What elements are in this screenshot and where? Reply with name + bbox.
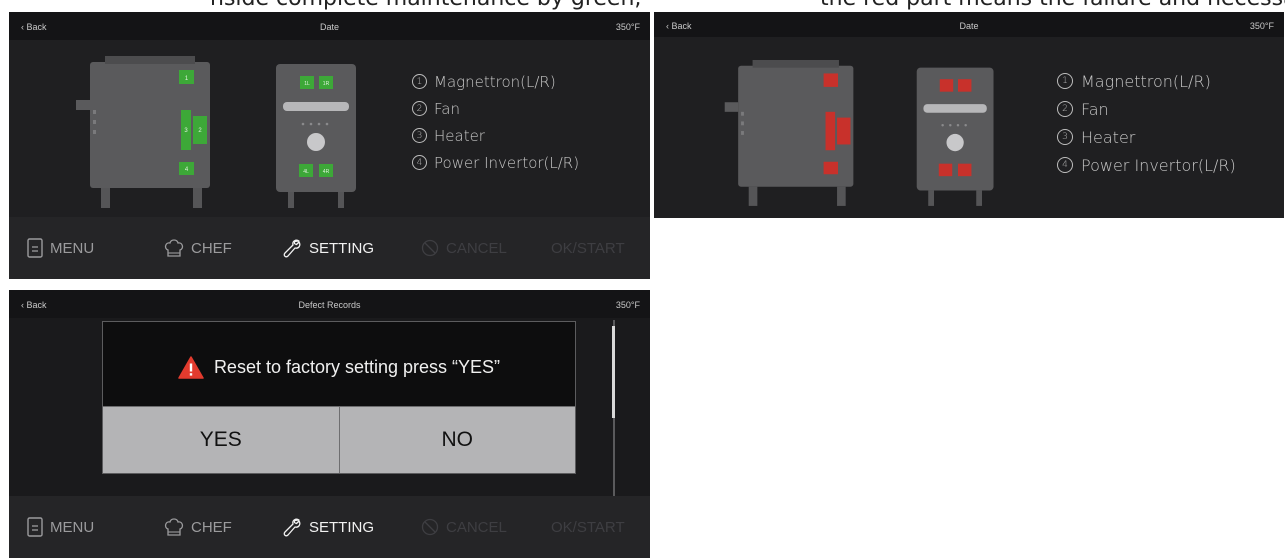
- wrench-icon: [283, 518, 301, 537]
- legend-label: Magnettron(L/R): [434, 72, 556, 91]
- nav-ok-label: OK/START: [551, 518, 625, 536]
- nav-menu-label: MENU: [50, 518, 95, 536]
- legend-label: Magnettron(L/R): [1081, 71, 1211, 91]
- nav-cancel[interactable]: CANCEL: [421, 496, 507, 558]
- document-icon: [27, 238, 43, 258]
- legend-number: 3: [1057, 129, 1073, 145]
- nav-setting-label: SETTING: [309, 518, 375, 536]
- nav-chef[interactable]: CHEF: [164, 496, 232, 558]
- nav-ok-label: OK/START: [551, 239, 625, 257]
- legend-number: 4: [1057, 157, 1073, 173]
- legend-label: Power Invertor(L/R): [1081, 155, 1236, 175]
- scrollbar-thumb[interactable]: [612, 326, 615, 418]
- heater-fail: [837, 117, 851, 145]
- temperature-readout: 350°F: [1249, 21, 1274, 31]
- nav-cancel-label: CANCEL: [446, 239, 507, 257]
- nav-menu[interactable]: MENU: [27, 217, 94, 279]
- oven-side-view: [724, 60, 854, 206]
- nav-cancel-label: CANCEL: [446, 518, 507, 536]
- wrench-icon: [283, 239, 301, 258]
- nav-ok-start[interactable]: OK/START: [551, 217, 625, 279]
- bottom-nav: MENU CHEF SETTING CANCEL OK/START: [9, 217, 650, 279]
- oven-diagram: 1 3 2 4 1L 1R 4L 4R: [76, 56, 356, 208]
- nav-menu[interactable]: MENU: [27, 496, 94, 558]
- oven-side-view: 1 3 2 4: [76, 56, 210, 208]
- inverter-right-fail: [958, 163, 972, 177]
- magnetron-top-fail: [823, 73, 838, 87]
- nav-chef-label: CHEF: [191, 239, 232, 257]
- legend-label: Fan: [434, 99, 460, 118]
- nav-menu-label: MENU: [50, 239, 95, 257]
- label-1l: 1L: [304, 81, 310, 87]
- nav-cancel[interactable]: CANCEL: [421, 217, 507, 279]
- legend-item: 2 Fan: [1057, 95, 1236, 123]
- caption-right: the red part means the failure and neces…: [820, 0, 1285, 11]
- nav-chef[interactable]: CHEF: [164, 217, 232, 279]
- inverter-left-fail: [938, 163, 953, 177]
- cancel-icon: [421, 518, 439, 536]
- cancel-icon: [421, 239, 439, 257]
- bottom-nav: MENU CHEF SETTING CANCEL OK/START: [9, 496, 650, 558]
- nav-ok-start[interactable]: OK/START: [551, 496, 625, 558]
- yes-button[interactable]: YES: [103, 407, 339, 473]
- legend-item: 4 Power Invertor(L/R): [412, 149, 579, 176]
- chef-hat-icon: [164, 518, 184, 536]
- status-bar: ‹ Back Defect Records 350°F: [9, 290, 650, 318]
- legend-item: 1 Magnettron(L/R): [1057, 67, 1236, 95]
- legend-number: 1: [412, 74, 427, 89]
- caption-left: nside complete maintenance by green,: [210, 0, 641, 11]
- magnetron-left-fail: [939, 79, 954, 92]
- legend-number: 1: [1057, 73, 1073, 89]
- nav-chef-label: CHEF: [191, 518, 232, 536]
- caption-crop: nside complete maintenance by green, the…: [0, 0, 1285, 11]
- oven-diagram: [724, 60, 994, 206]
- no-button[interactable]: NO: [338, 407, 575, 473]
- legend-label: Fan: [1081, 99, 1109, 119]
- label-1r: 1R: [323, 81, 330, 87]
- legend-number: 2: [1057, 101, 1073, 117]
- legend-number: 2: [412, 101, 427, 116]
- page-title: Defect Records: [298, 300, 361, 310]
- screen-ok-diagnosis: ‹ Back Date 350°F 1 3 2 4 1L 1R 4L 4R 1 …: [9, 12, 650, 279]
- nav-setting[interactable]: SETTING: [282, 496, 374, 558]
- legend-item: 4 Power Invertor(L/R): [1057, 151, 1236, 179]
- warning-icon: [178, 356, 204, 379]
- chef-hat-icon: [164, 239, 184, 257]
- legend-label: Power Invertor(L/R): [434, 153, 580, 172]
- dialog-message: Reset to factory setting press “YES”: [103, 356, 575, 379]
- legend-number: 4: [412, 155, 427, 170]
- legend-item: 3 Heater: [1057, 123, 1236, 151]
- component-legend: 1 Magnettron(L/R) 2 Fan 3 Heater 4 Power Inv…: [1057, 67, 1236, 179]
- nav-setting-label: SETTING: [309, 239, 375, 257]
- component-legend: 1 Magnettron(L/R) 2 Fan 3 Heater 4 Power Inv…: [412, 68, 579, 176]
- page-title: Date: [959, 21, 979, 31]
- nav-setting[interactable]: SETTING: [282, 217, 374, 279]
- temperature-readout: 350°F: [615, 22, 640, 32]
- oven-front-view: 1L 1R 4L 4R: [276, 64, 356, 208]
- legend-item: 1 Magnettron(L/R): [412, 68, 579, 95]
- label-4r: 4R: [323, 169, 330, 175]
- temperature-readout: 350°F: [615, 300, 640, 310]
- dialog-buttons: YES NO: [103, 406, 575, 473]
- status-bar: ‹ Back Date 350°F: [9, 12, 650, 40]
- magnetron-right-fail: [958, 79, 972, 92]
- reset-dialog: Reset to factory setting press “YES” YES…: [102, 321, 576, 474]
- legend-item: 2 Fan: [412, 95, 579, 122]
- legend-number: 3: [412, 128, 427, 143]
- screen-defect-records: ‹ Back Defect Records 350°F Reset to fac…: [9, 290, 650, 558]
- fan-fail: [825, 111, 836, 151]
- page-title: Date: [319, 22, 339, 32]
- inverter-bottom-fail: [823, 161, 838, 175]
- oven-front-view: [916, 67, 994, 206]
- status-bar: ‹ Back Date 350°F: [654, 12, 1284, 37]
- legend-label: Heater: [434, 126, 485, 145]
- document-icon: [27, 517, 43, 537]
- label-4l: 4L: [303, 169, 309, 175]
- legend-label: Heater: [1081, 127, 1136, 147]
- screen-failure-diagnosis: ‹ Back Date 350°F 1 Magnettron(L/R) 2 Fa…: [654, 12, 1284, 218]
- dialog-text: Reset to factory setting press “YES”: [213, 357, 501, 377]
- legend-item: 3 Heater: [412, 122, 579, 149]
